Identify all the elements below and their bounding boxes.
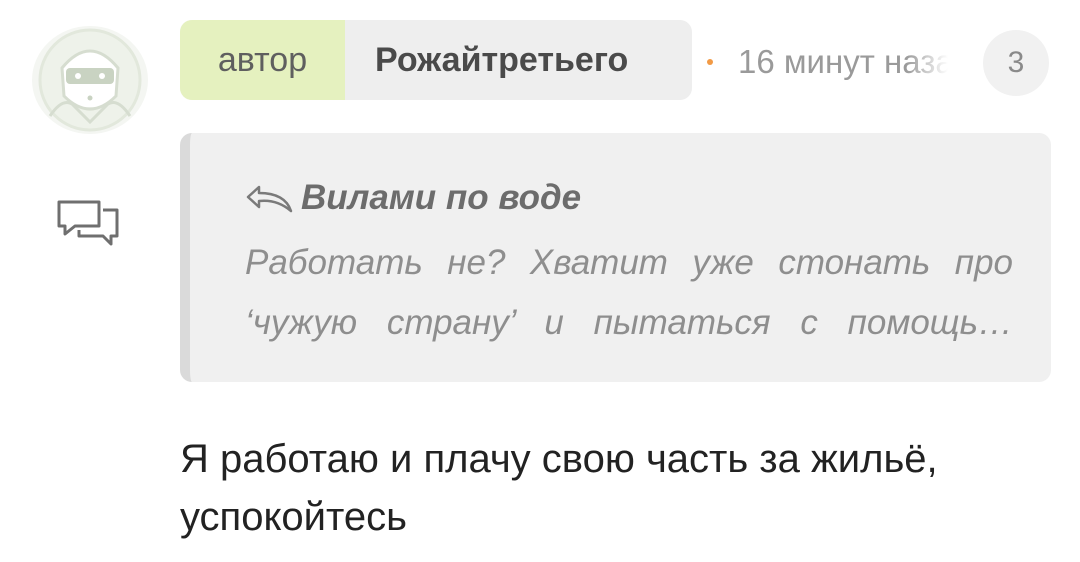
reply-count-badge[interactable]: 3: [983, 30, 1049, 96]
comment-bubbles-icon[interactable]: [55, 196, 121, 248]
quoted-text-line: Работать не? Хватит уже стонать про: [245, 243, 1013, 282]
comment-text: Я работаю и плачу свою часть за жильё, у…: [180, 430, 1060, 546]
reply-arrow-icon: [246, 185, 293, 213]
quoted-comment[interactable]: Вилами по воде Работать не? Хватит уже с…: [180, 133, 1051, 382]
robot-avatar-icon: [38, 28, 142, 132]
author-name[interactable]: Рожайтретьего: [345, 20, 692, 100]
comment-text-line: Я работаю и плачу свою часть за жильё,: [180, 437, 938, 481]
comment-timestamp: 16 минут назад: [738, 43, 948, 80]
comment-text-line: успокойтесь: [180, 495, 407, 539]
quoted-text: Работать не? Хватит уже стонать про ‘чуж…: [245, 233, 1013, 353]
user-avatar[interactable]: [32, 26, 148, 134]
quoted-author: Вилами по воде: [245, 178, 581, 218]
quoted-author-name: Вилами по воде: [301, 178, 582, 217]
separator-dot: [707, 59, 713, 65]
quoted-text-line: ‘чужую страну’ и пытаться с помощь…: [245, 303, 1013, 342]
author-badge: автор: [180, 20, 345, 100]
author-chip[interactable]: автор Рожайтретьего: [180, 20, 692, 100]
